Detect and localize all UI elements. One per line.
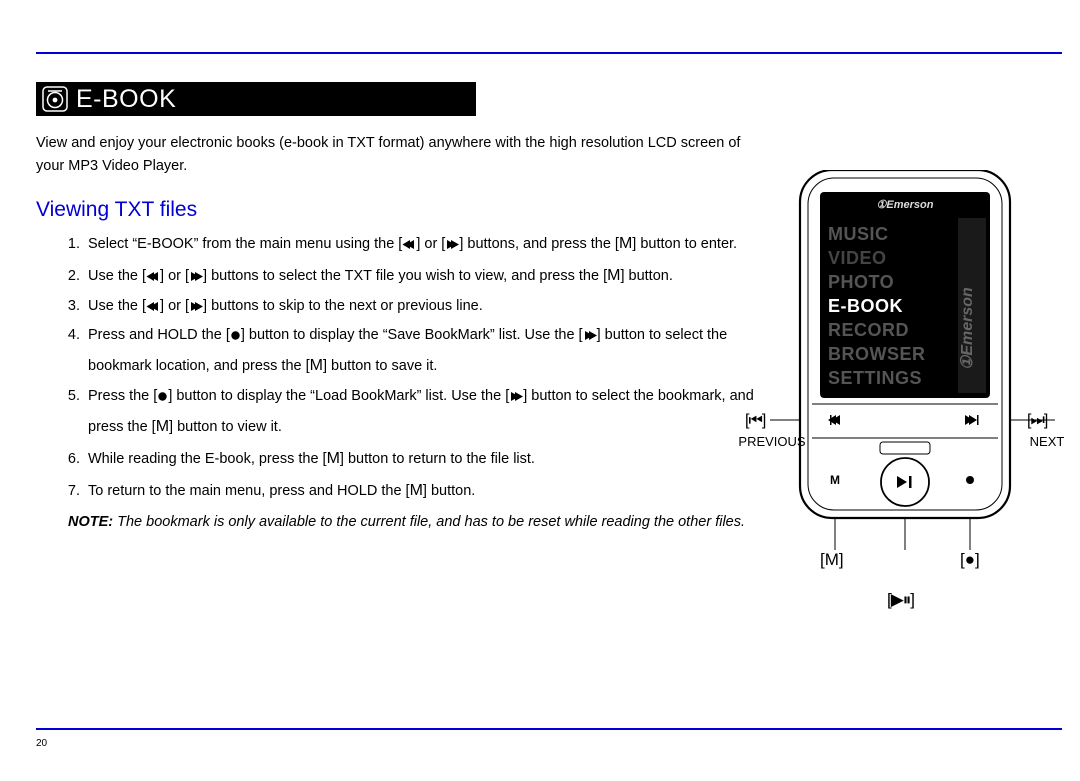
- next-label: NEXT: [1017, 434, 1077, 449]
- t: ] button.: [423, 483, 475, 499]
- t: ” list. Use the [: [490, 327, 583, 343]
- record-icon: [230, 330, 241, 341]
- t: ” list. Use the [: [417, 388, 510, 404]
- t: Press the [: [88, 388, 157, 404]
- top-rule: [36, 52, 1062, 54]
- menu-settings: SETTINGS: [828, 368, 922, 388]
- t: Use the [: [88, 268, 146, 284]
- menu-browser: BROWSER: [828, 344, 926, 364]
- t: ] button to display the “: [168, 388, 315, 404]
- t: Load BookMark: [315, 388, 417, 404]
- section-banner: E-BOOK: [36, 82, 476, 116]
- steps-list: Select “E-BOOK” from the main menu using…: [36, 228, 756, 507]
- t: ] or [: [160, 268, 189, 284]
- next-symbol: [⏭]: [1027, 412, 1047, 430]
- t: ] button to return to the file list.: [340, 451, 535, 467]
- t: ] button to display the “: [241, 327, 388, 343]
- note: NOTE: The bookmark is only available to …: [68, 511, 756, 534]
- note-lead: NOTE:: [68, 514, 113, 530]
- device-illustration: ①Emerson ①Emerson MUSIC VIDEO PHOTO E-BO…: [770, 170, 1070, 554]
- t: Select “: [88, 236, 137, 252]
- t: ” from the main menu using the [: [194, 236, 403, 252]
- t: Use the [: [88, 298, 146, 314]
- device-svg: ①Emerson ①Emerson MUSIC VIDEO PHOTO E-BO…: [770, 170, 1060, 550]
- step-1: Select “E-BOOK” from the main menu using…: [84, 228, 756, 260]
- t: M: [607, 267, 620, 284]
- ebook-icon: [42, 86, 68, 112]
- intro-text: View and enjoy your electronic books (e-…: [36, 132, 756, 178]
- t: While reading the E-book, press the [: [88, 451, 327, 467]
- t: M: [156, 418, 169, 435]
- t: M: [619, 235, 632, 252]
- step-4: Press and HOLD the [ ] button to display …: [84, 321, 756, 382]
- step-5: Press the [ ] button to display the “Load…: [84, 382, 756, 443]
- t: To return to the main menu, press and HO…: [88, 483, 410, 499]
- menu-ebook: E-BOOK: [828, 296, 903, 316]
- t: M: [410, 482, 423, 499]
- t: ] button to save it.: [323, 358, 437, 374]
- m-symbol: [M]: [820, 550, 844, 570]
- menu-video: VIDEO: [828, 248, 887, 268]
- t: E-BOOK: [137, 236, 193, 252]
- prev-icon: [146, 271, 160, 282]
- t: ] buttons to select the TXT file you wis…: [203, 268, 607, 284]
- step-3: Use the [ ] or [ ] buttons to skip to the …: [84, 292, 756, 321]
- page-number: 20: [36, 738, 47, 749]
- section-title: Viewing TXT files: [36, 198, 756, 222]
- playpause-symbol: [▶⏸]: [887, 590, 914, 610]
- record-icon: [157, 391, 168, 402]
- t: ] button.: [620, 268, 672, 284]
- step-7: To return to the main menu, press and HO…: [84, 475, 756, 507]
- dot-symbol: [●]: [960, 550, 980, 570]
- t: Save BookMark: [388, 327, 490, 343]
- next-icon: [583, 330, 597, 341]
- menu-photo: PHOTO: [828, 272, 894, 292]
- t: Press and HOLD the [: [88, 327, 230, 343]
- t: ] buttons, and press the [: [459, 236, 619, 252]
- t: M: [310, 357, 323, 374]
- note-text: The bookmark is only available to the cu…: [113, 514, 745, 530]
- next-icon: [445, 239, 459, 250]
- t: ] buttons to skip to the next or previou…: [203, 298, 483, 314]
- step-2: Use the [ ] or [ ] buttons to select the T…: [84, 260, 756, 292]
- main-content: E-BOOK View and enjoy your electronic bo…: [36, 82, 756, 535]
- bottom-rule: [36, 728, 1062, 730]
- t: ] button to enter.: [632, 236, 737, 252]
- svg-text:①Emerson: ①Emerson: [959, 287, 976, 370]
- svg-text:①Emerson: ①Emerson: [877, 199, 934, 211]
- t: ] button to view it.: [169, 419, 282, 435]
- t: ] or [: [416, 236, 445, 252]
- banner-title: E-BOOK: [76, 85, 176, 114]
- menu-music: MUSIC: [828, 224, 889, 244]
- prev-label: PREVIOUS: [732, 434, 812, 449]
- t: ] or [: [160, 298, 189, 314]
- prev-icon: [402, 239, 416, 250]
- next-icon: [189, 271, 203, 282]
- prev-symbol: [⏮]: [745, 412, 765, 430]
- menu-record: RECORD: [828, 320, 909, 340]
- prev-icon: [146, 301, 160, 312]
- next-icon: [189, 301, 203, 312]
- step-6: While reading the E-book, press the [M] …: [84, 443, 756, 475]
- svg-text:M: M: [830, 473, 840, 487]
- next-icon: [509, 391, 523, 402]
- t: M: [327, 450, 340, 467]
